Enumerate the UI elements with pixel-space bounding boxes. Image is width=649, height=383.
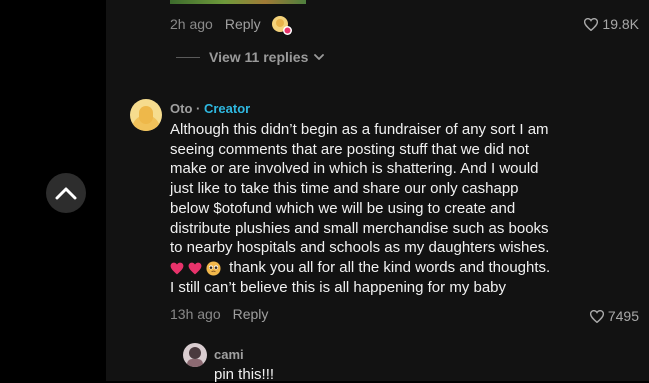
reply-button[interactable]: Reply bbox=[233, 306, 269, 322]
comment-line: thank you all for all the kind words and… bbox=[229, 258, 551, 276]
comment-author-row: Oto · Creator bbox=[170, 101, 250, 116]
comment-text: Although this didn’t begin as a fundrais… bbox=[170, 120, 590, 297]
video-side-pane bbox=[0, 0, 106, 381]
avatar[interactable] bbox=[183, 343, 207, 367]
comment-time: 13h ago bbox=[170, 306, 221, 322]
comment-line: below $otofund which we will be using to… bbox=[170, 199, 516, 217]
view-replies-label: View 11 replies bbox=[209, 49, 309, 65]
comment-line: distribute plushies and small merchandis… bbox=[170, 219, 549, 237]
emoji-group bbox=[170, 261, 221, 276]
comment-line: Although this didn’t begin as a fundrais… bbox=[170, 121, 549, 138]
comment-meta-row: 13h ago Reply bbox=[170, 306, 268, 322]
chevron-down-icon bbox=[314, 53, 325, 60]
heart-emoji-icon bbox=[170, 262, 184, 275]
heart-emoji-icon bbox=[188, 262, 202, 275]
like-button[interactable]: 19.8K bbox=[584, 16, 639, 32]
like-count: 19.8K bbox=[602, 16, 639, 32]
creator-heart-badge-icon bbox=[282, 26, 292, 35]
comment-time: 2h ago bbox=[170, 16, 213, 32]
comment-line: I still can’t believe this is all happen… bbox=[170, 278, 507, 296]
avatar[interactable] bbox=[130, 99, 162, 131]
comment-emoji-line: thank you all for all the kind words and… bbox=[170, 258, 590, 278]
comment-line: seeing comments that are posting stuff t… bbox=[170, 140, 530, 158]
like-count: 7495 bbox=[607, 308, 639, 324]
creator-liked-avatar bbox=[271, 15, 292, 35]
reply-button[interactable]: Reply bbox=[225, 16, 261, 32]
media-thumbnail-strip[interactable] bbox=[170, 0, 306, 4]
chevron-up-icon bbox=[55, 187, 77, 200]
comment-line: make or are involved in which is shatter… bbox=[170, 160, 539, 178]
comment-author[interactable]: Oto bbox=[170, 101, 192, 116]
heart-outline-icon bbox=[584, 17, 599, 31]
reply-author[interactable]: cami bbox=[214, 347, 244, 362]
like-button[interactable]: 7495 bbox=[589, 308, 639, 324]
creator-badge: Creator bbox=[203, 101, 251, 116]
scroll-up-button[interactable] bbox=[46, 173, 86, 213]
replies-divider bbox=[176, 56, 200, 58]
author-separator: · bbox=[196, 101, 201, 116]
view-replies-button[interactable]: View 11 replies bbox=[176, 49, 325, 65]
comment-line: to nearby hospitals and schools as my da… bbox=[170, 239, 550, 257]
heart-outline-icon bbox=[589, 309, 604, 323]
comment-meta-row: 2h ago Reply bbox=[170, 15, 292, 35]
comment-line: just like to take this time and share ou… bbox=[170, 180, 519, 198]
pleading-face-emoji-icon bbox=[206, 261, 221, 276]
reply-text: pin this!!! bbox=[214, 366, 275, 383]
